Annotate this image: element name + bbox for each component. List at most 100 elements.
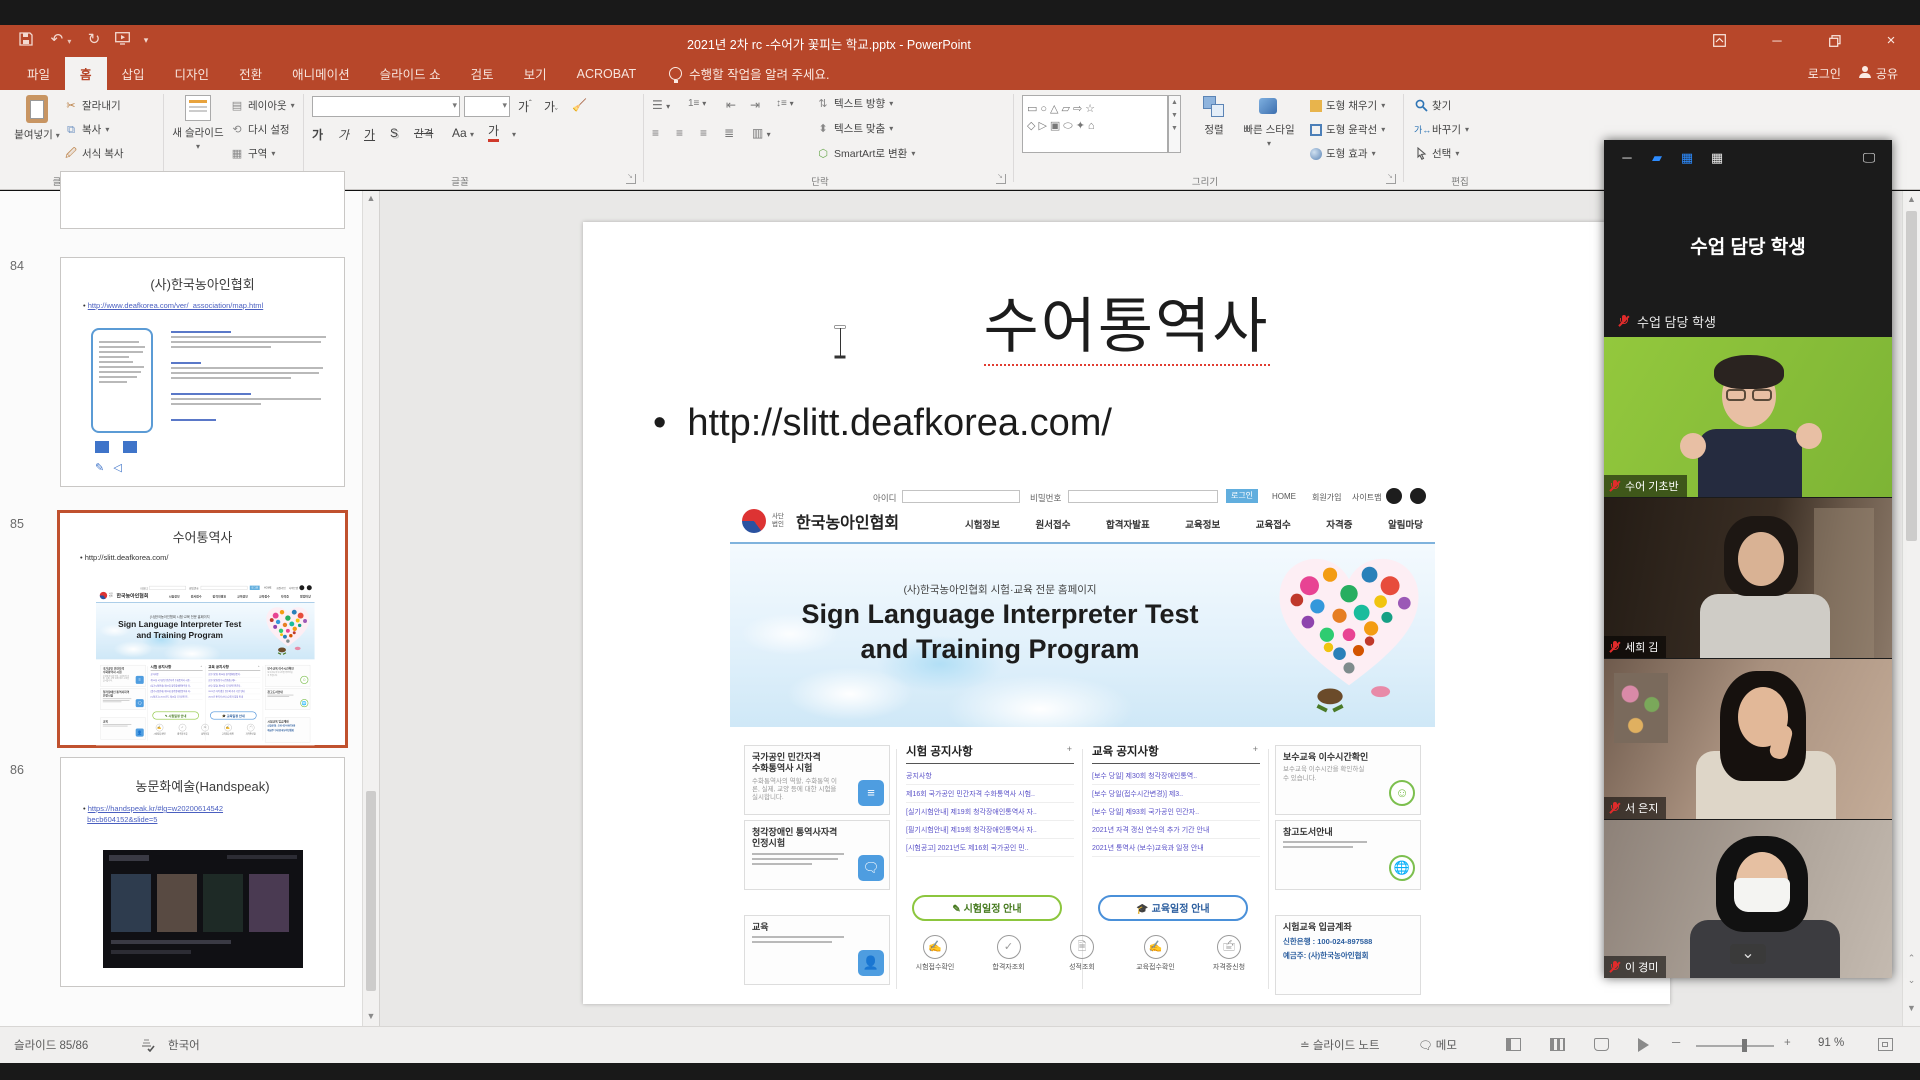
font-color-dropdown[interactable]: ▾ bbox=[512, 130, 516, 139]
speaker-view-icon[interactable]: ▰ bbox=[1648, 150, 1666, 168]
justify-button[interactable]: ≣ bbox=[724, 126, 734, 140]
zoom-in-button[interactable]: + bbox=[1784, 1037, 1791, 1049]
text-direction-button[interactable]: ⇅텍스트 방향 ▾ bbox=[816, 96, 893, 111]
section-button[interactable]: ▦구역 ▾ bbox=[230, 146, 275, 161]
underline-button[interactable]: 가 bbox=[364, 126, 375, 143]
font-dialog-launcher[interactable] bbox=[626, 174, 636, 184]
shape-outline-button[interactable]: 도형 윤곽선 ▾ bbox=[1310, 122, 1385, 137]
select-button[interactable]: 선택 ▾ bbox=[1414, 146, 1459, 161]
thumbnail-slide-86[interactable]: 농문화예술(Handspeak) • https://handspeak.kr/… bbox=[60, 757, 345, 987]
tab-animations[interactable]: 애니메이션 bbox=[277, 57, 365, 90]
undo-icon[interactable]: ↶ ▾ bbox=[44, 29, 78, 51]
thumbnail-slide-85-selected[interactable]: 수어통역사 • http://slitt.deafkorea.com/ 아이디 … bbox=[57, 510, 348, 748]
main-scroll-down[interactable]: ▼ bbox=[1903, 1003, 1920, 1013]
video-tile[interactable]: 서 은지 bbox=[1604, 659, 1892, 819]
thumbnail-scrollbar-thumb[interactable] bbox=[366, 791, 376, 991]
paragraph-dialog-launcher[interactable] bbox=[996, 174, 1006, 184]
zoom-slider-track[interactable] bbox=[1696, 1045, 1774, 1047]
thumbnail-slide-84[interactable]: (사)한국농아인협회 • http://www.deafkorea.com/ve… bbox=[60, 257, 345, 487]
shapes-gallery-scroll[interactable]: ▲▼▼ bbox=[1168, 95, 1181, 153]
tab-view[interactable]: 보기 bbox=[509, 57, 562, 90]
video-tile[interactable]: 수어 기초반 bbox=[1604, 337, 1892, 497]
grid-view-icon[interactable]: ▦ bbox=[1708, 150, 1726, 168]
minimize-button[interactable]: ─ bbox=[1764, 28, 1790, 54]
line-spacing-button[interactable]: ↕≡ ▾ bbox=[776, 98, 794, 109]
tab-home[interactable]: 홈 bbox=[65, 57, 107, 90]
share-screen-icon[interactable]: 🖵 bbox=[1860, 150, 1878, 168]
slideshow-view-icon[interactable] bbox=[1638, 1038, 1649, 1052]
text-shadow-button[interactable]: S bbox=[390, 126, 398, 140]
previous-slide-button[interactable]: ⌃ bbox=[1903, 953, 1920, 964]
language-indicator[interactable]: 한국어 bbox=[168, 1037, 200, 1053]
tab-transitions[interactable]: 전환 bbox=[224, 57, 277, 90]
spellcheck-icon[interactable] bbox=[140, 1037, 155, 1055]
redo-icon[interactable]: ↻ bbox=[82, 29, 106, 51]
fit-to-window-icon[interactable] bbox=[1878, 1038, 1893, 1051]
reading-view-icon[interactable] bbox=[1594, 1038, 1609, 1051]
start-slideshow-icon[interactable] bbox=[110, 29, 134, 51]
tab-slideshow[interactable]: 슬라이드 쇼 bbox=[365, 57, 456, 90]
main-scroll-up[interactable]: ▲ bbox=[1903, 194, 1920, 204]
shapes-gallery[interactable]: ▭○△▱⇨☆◇▷▣⬭✦⌂ bbox=[1022, 95, 1168, 153]
increase-indent-button[interactable]: ⇥ bbox=[750, 98, 760, 112]
thumbnail-slide-83-partial[interactable] bbox=[60, 171, 345, 229]
bold-button[interactable]: 가 bbox=[312, 126, 323, 143]
normal-view-icon[interactable] bbox=[1506, 1038, 1521, 1051]
align-right-button[interactable]: ≡ bbox=[700, 126, 707, 140]
arrange-button[interactable]: 정렬 bbox=[1192, 96, 1236, 137]
share-button[interactable]: 공유 bbox=[1859, 65, 1898, 82]
scroll-participants-chevron[interactable]: ⌄ bbox=[1730, 944, 1766, 964]
find-button[interactable]: 찾기 bbox=[1414, 98, 1451, 113]
strikethrough-button[interactable]: 간격 bbox=[414, 126, 433, 141]
layout-button[interactable]: ▤레이아웃 ▾ bbox=[230, 98, 295, 113]
replace-button[interactable]: 가↔바꾸기 ▾ bbox=[1414, 122, 1469, 137]
font-name-combobox[interactable] bbox=[312, 96, 460, 117]
bullets-button[interactable]: ☰ ▾ bbox=[652, 98, 670, 112]
drawing-dialog-launcher[interactable] bbox=[1386, 174, 1396, 184]
zoom-out-button[interactable]: ─ bbox=[1672, 1037, 1680, 1049]
slide-image-website[interactable]: 아이디 비밀번호 로그인 HOME 회원가입 사이트맵 사단 법인 bbox=[730, 487, 1435, 1004]
scroll-up-arrow[interactable]: ▲ bbox=[363, 193, 379, 203]
panel-minimize-icon[interactable]: ─ bbox=[1618, 150, 1636, 168]
copy-button[interactable]: ⧉복사 ▾ bbox=[64, 122, 109, 137]
change-case-button[interactable]: Aa ▾ bbox=[452, 126, 474, 140]
gallery-view-icon[interactable]: ▦ bbox=[1678, 150, 1696, 168]
ribbon-display-options-icon[interactable] bbox=[1706, 28, 1732, 54]
next-slide-button[interactable]: ⌄ bbox=[1903, 975, 1920, 986]
shrink-font-button[interactable]: 가ˇ bbox=[544, 98, 558, 116]
tellme-box[interactable]: 수행할 작업을 알려 주세요. bbox=[669, 57, 829, 90]
main-scrollbar-thumb[interactable] bbox=[1906, 211, 1917, 541]
grow-font-button[interactable]: 가ˆ bbox=[518, 98, 532, 115]
columns-button[interactable]: ▥ ▾ bbox=[752, 126, 771, 140]
comments-button[interactable]: 🗨 메모 bbox=[1418, 1037, 1457, 1053]
numbering-button[interactable]: 1≡ ▾ bbox=[688, 98, 706, 109]
video-tile[interactable]: 세희 김 bbox=[1604, 498, 1892, 658]
reset-button[interactable]: ⟲다시 설정 bbox=[230, 122, 290, 137]
tab-review[interactable]: 검토 bbox=[456, 57, 509, 90]
shape-effects-button[interactable]: 도형 효과 ▾ bbox=[1310, 146, 1376, 161]
qat-customize-icon[interactable]: ▾ bbox=[134, 29, 158, 51]
new-slide-button[interactable]: 새 슬라이드 ▾ bbox=[170, 95, 226, 152]
convert-smartart-button[interactable]: ⬡SmartArt로 변환 ▾ bbox=[816, 146, 915, 161]
close-button[interactable]: × bbox=[1878, 28, 1904, 54]
shape-fill-button[interactable]: 도형 채우기 ▾ bbox=[1310, 98, 1385, 113]
thumbnail-scrollbar[interactable]: ▲ ▼ bbox=[362, 191, 379, 1026]
clear-formatting-button[interactable]: 🧹 bbox=[572, 98, 587, 112]
font-color-button[interactable]: 가 bbox=[488, 124, 499, 142]
zoom-percentage[interactable]: 91 % bbox=[1818, 1037, 1844, 1049]
video-tile[interactable]: 이 경미 ⌄ bbox=[1604, 820, 1892, 978]
restore-button[interactable] bbox=[1822, 28, 1848, 54]
paste-button[interactable]: 붙여넣기 ▾ bbox=[14, 95, 60, 142]
slide-title-text[interactable]: 수어통역사 bbox=[583, 278, 1670, 365]
tab-file[interactable]: 파일 bbox=[12, 57, 65, 90]
main-scrollbar[interactable]: ▲ ⌃ ⌄ ▼ bbox=[1902, 191, 1920, 1026]
zoom-slider-thumb[interactable] bbox=[1742, 1039, 1747, 1052]
save-icon[interactable] bbox=[14, 29, 38, 51]
login-button[interactable]: 로그인 bbox=[1808, 65, 1841, 82]
slide-sorter-icon[interactable] bbox=[1550, 1038, 1565, 1051]
font-size-combobox[interactable] bbox=[464, 96, 510, 117]
scroll-down-arrow[interactable]: ▼ bbox=[363, 1011, 379, 1021]
align-text-button[interactable]: ⬍텍스트 맞춤 ▾ bbox=[816, 121, 893, 136]
quick-styles-button[interactable]: 빠른 스타일 ▾ bbox=[1240, 96, 1298, 149]
tab-design[interactable]: 디자인 bbox=[160, 57, 225, 90]
